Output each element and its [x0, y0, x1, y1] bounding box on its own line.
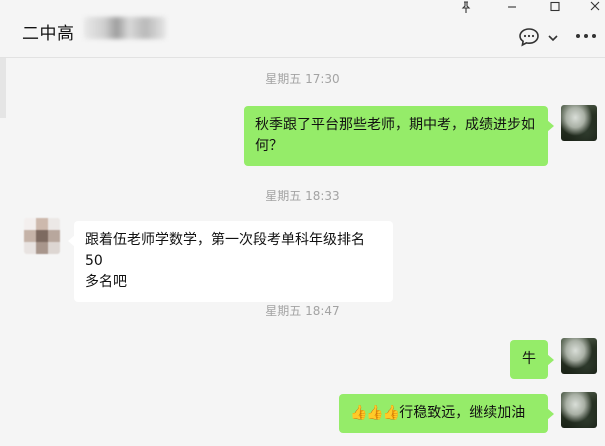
message-text: 牛 [522, 351, 536, 367]
timestamp: 星期五 17:30 [265, 72, 340, 86]
maximize-icon[interactable] [543, 0, 567, 14]
close-icon[interactable] [583, 0, 605, 14]
timestamp: 星期五 18:47 [265, 304, 340, 318]
scrollbar[interactable] [0, 58, 6, 118]
thumbs-up-icon: 👍👍👍 [350, 405, 400, 421]
my-avatar[interactable] [561, 338, 597, 374]
message-text-line: 跟着伍老师学数学，第一次段考单科年级排名50 [85, 232, 365, 269]
my-avatar[interactable] [561, 392, 597, 428]
timestamp: 星期五 18:33 [265, 189, 340, 203]
sent-message-bubble[interactable]: 牛 [510, 340, 554, 379]
pin-icon[interactable] [454, 0, 478, 14]
more-icon[interactable] [574, 28, 598, 44]
chat-title[interactable]: 二中高 [22, 19, 75, 44]
message-text-line: 多名吧 [85, 274, 127, 290]
message-text-line: 何？ [255, 138, 283, 154]
message-text: 行稳致远，继续加油 [399, 405, 526, 421]
my-avatar[interactable] [561, 105, 597, 141]
received-message-bubble[interactable]: 跟着伍老师学数学，第一次段考单科年级排名50 多名吧 [68, 221, 393, 302]
blurred-name [84, 17, 166, 39]
chat-bubble-icon[interactable] [518, 27, 540, 47]
contact-avatar[interactable] [24, 218, 60, 254]
message-text-line: 秋季跟了平台那些老师，期中考，成绩进步如 [255, 117, 535, 133]
minimize-icon[interactable] [500, 0, 524, 14]
chat-header: 二中高 [0, 0, 605, 58]
sent-message-bubble[interactable]: 秋季跟了平台那些老师，期中考，成绩进步如 何？ [244, 106, 554, 166]
sent-message-bubble[interactable]: 👍👍👍行稳致远，继续加油 [339, 394, 554, 433]
chevron-down-icon[interactable] [546, 30, 560, 44]
